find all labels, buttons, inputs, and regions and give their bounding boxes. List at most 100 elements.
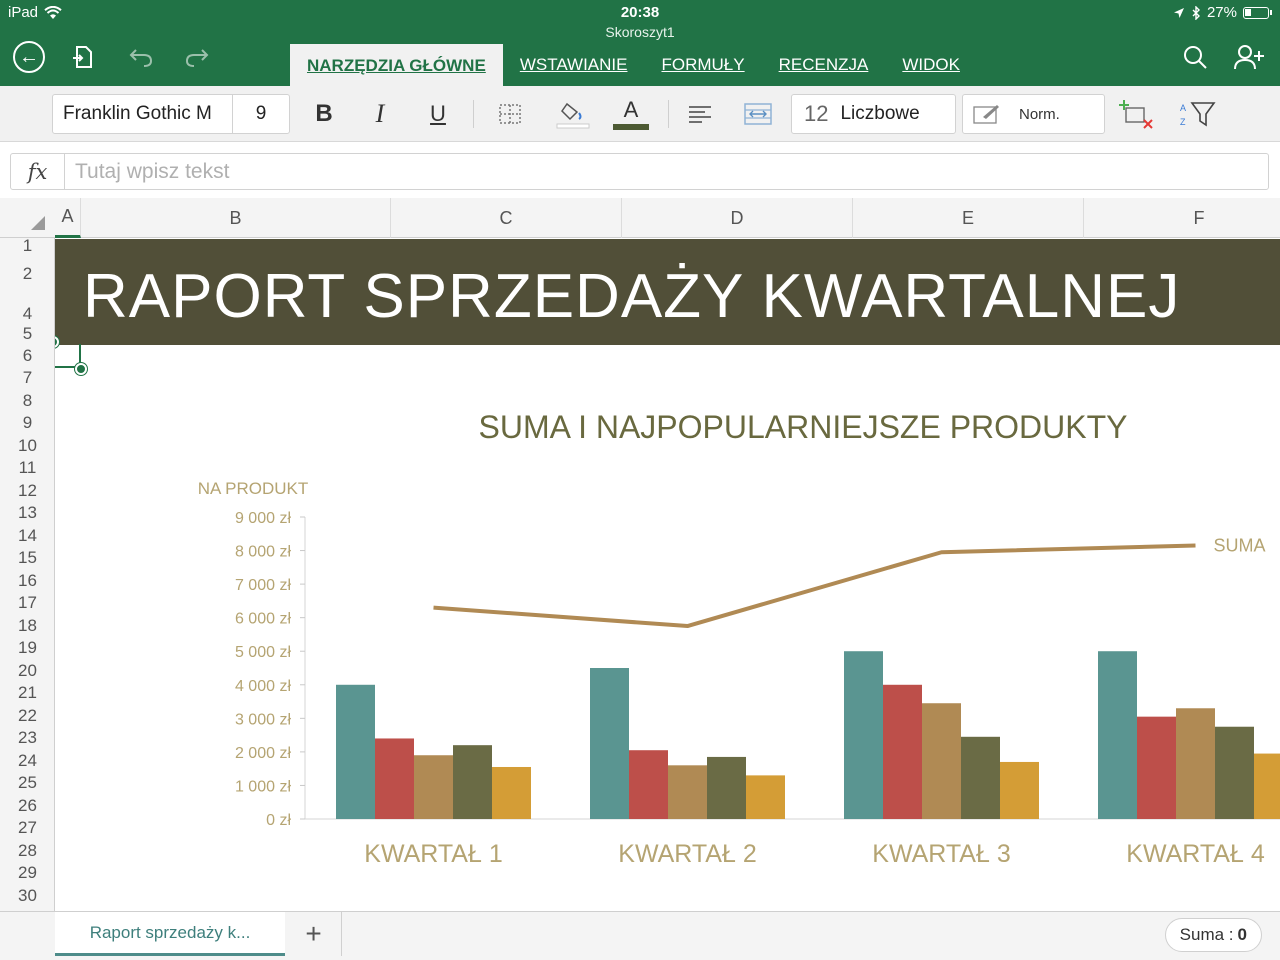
row-header[interactable]: 23 — [0, 728, 54, 748]
formula-input[interactable] — [65, 154, 1268, 189]
row-header[interactable]: 27 — [0, 818, 54, 838]
italic-button[interactable]: I — [362, 96, 398, 132]
bar[interactable] — [1098, 651, 1137, 819]
row-header[interactable]: 6 — [0, 346, 54, 366]
bar[interactable] — [590, 668, 629, 819]
bar[interactable] — [492, 766, 531, 819]
row-header[interactable]: 25 — [0, 773, 54, 793]
row-header[interactable]: 24 — [0, 751, 54, 771]
fill-color-button[interactable] — [554, 96, 592, 132]
tab-review[interactable]: RECENZJA — [762, 44, 886, 86]
column-header-e[interactable]: E — [853, 198, 1084, 238]
y-tick-label: 2 000 zł — [235, 745, 291, 762]
tab-formulas[interactable]: FORMUŁY — [644, 44, 761, 86]
total-line[interactable] — [433, 543, 1196, 629]
column-header-a[interactable]: A — [55, 198, 81, 238]
bar[interactable] — [1137, 716, 1176, 819]
row-header[interactable]: 5 — [0, 324, 54, 344]
location-icon — [1173, 7, 1184, 18]
row-header[interactable]: 22 — [0, 706, 54, 726]
row-header[interactable]: 10 — [0, 436, 54, 456]
search-button[interactable] — [1178, 40, 1212, 74]
undo-button[interactable] — [124, 40, 158, 74]
tab-insert[interactable]: WSTAWIANIE — [503, 44, 645, 86]
file-button[interactable] — [66, 40, 100, 74]
select-all-corner[interactable] — [0, 198, 55, 238]
underline-button[interactable]: U — [420, 96, 456, 132]
bar[interactable] — [629, 750, 668, 819]
tab-home[interactable]: NARZĘDZIA GŁÓWNE — [290, 44, 503, 86]
font-name-field[interactable]: Franklin Gothic M — [53, 95, 233, 133]
column-header-b[interactable]: B — [81, 198, 391, 238]
row-header[interactable]: 14 — [0, 526, 54, 546]
column-header-c[interactable]: C — [391, 198, 622, 238]
row-header[interactable]: 7 — [0, 368, 54, 388]
row-header[interactable]: 2 — [0, 264, 54, 284]
add-sheet-button[interactable]: + — [286, 912, 342, 956]
bar[interactable] — [1176, 708, 1215, 819]
align-button[interactable] — [684, 96, 716, 132]
row-header[interactable]: 20 — [0, 661, 54, 681]
column-header-f[interactable]: F — [1084, 198, 1280, 238]
row-header[interactable]: 9 — [0, 413, 54, 433]
column-header-d[interactable]: D — [622, 198, 853, 238]
cell-style-selector[interactable]: Norm. — [962, 94, 1105, 134]
sheet-grid[interactable]: RAPORT SPRZEDAŻY KWARTALNEJ SUMA I NAJPO… — [55, 238, 1280, 911]
function-icon[interactable]: fx — [11, 154, 65, 189]
insert-delete-button[interactable] — [1118, 96, 1158, 132]
document-title[interactable]: Skoroszyt1 — [0, 24, 1280, 40]
back-button[interactable]: ← — [12, 40, 46, 74]
row-header[interactable]: 28 — [0, 841, 54, 861]
row-header[interactable]: 1 — [0, 238, 54, 256]
row-header[interactable]: 18 — [0, 616, 54, 636]
number-format-selector[interactable]: 12 Liczbowe — [791, 94, 956, 134]
row-header[interactable]: 29 — [0, 863, 54, 883]
tab-view[interactable]: WIDOK — [885, 44, 977, 86]
row-header[interactable]: 4 — [0, 304, 54, 324]
bar[interactable] — [375, 738, 414, 819]
bar[interactable] — [1000, 761, 1039, 819]
y-tick-label: 1 000 zł — [235, 778, 291, 795]
row-header[interactable]: 17 — [0, 593, 54, 613]
bar[interactable] — [336, 684, 375, 819]
bar[interactable] — [414, 755, 453, 819]
row-header[interactable]: 26 — [0, 796, 54, 816]
font-selector: Franklin Gothic M 9 — [52, 94, 290, 134]
bar[interactable] — [668, 765, 707, 819]
row-header[interactable]: 21 — [0, 683, 54, 703]
share-button[interactable] — [1232, 40, 1266, 74]
bar[interactable] — [922, 703, 961, 819]
row-header[interactable]: 8 — [0, 391, 54, 411]
bar[interactable] — [844, 651, 883, 819]
font-size-field[interactable]: 9 — [233, 103, 289, 125]
row-header[interactable]: 30 — [0, 886, 54, 906]
borders-icon — [499, 104, 521, 124]
bold-button[interactable]: B — [306, 96, 342, 132]
back-arrow-icon: ← — [13, 41, 45, 73]
bar[interactable] — [1215, 726, 1254, 819]
number-format-icon: 12 — [804, 101, 829, 126]
borders-button[interactable] — [492, 96, 528, 132]
row-header[interactable]: 16 — [0, 571, 54, 591]
row-header[interactable]: 19 — [0, 638, 54, 658]
sum-indicator[interactable]: Suma : 0 — [1164, 918, 1262, 952]
bar[interactable] — [746, 775, 785, 819]
bar[interactable] — [1254, 753, 1280, 819]
row-header[interactable]: 13 — [0, 503, 54, 523]
redo-button[interactable] — [180, 40, 214, 74]
sort-filter-button[interactable]: AZ — [1176, 96, 1220, 132]
bar[interactable] — [883, 684, 922, 819]
sheet-tab-report[interactable]: Raport sprzedaży k... — [55, 912, 285, 956]
row-header[interactable]: 15 — [0, 548, 54, 568]
column-headers: A B C D E F — [0, 198, 1280, 238]
bar[interactable] — [707, 756, 746, 819]
y-tick-label: 8 000 zł — [235, 544, 291, 561]
bar[interactable] — [961, 736, 1000, 819]
bar[interactable] — [453, 745, 492, 819]
row-header[interactable]: 11 — [0, 458, 54, 478]
y-tick-label: 5 000 zł — [235, 644, 291, 661]
sales-chart[interactable]: SUMA I NAJPOPULARNIEJSZE PRODUKTY NA PRO… — [55, 238, 1280, 911]
font-color-button[interactable]: A — [612, 96, 650, 132]
merge-button[interactable] — [740, 96, 776, 132]
row-header[interactable]: 12 — [0, 481, 54, 501]
